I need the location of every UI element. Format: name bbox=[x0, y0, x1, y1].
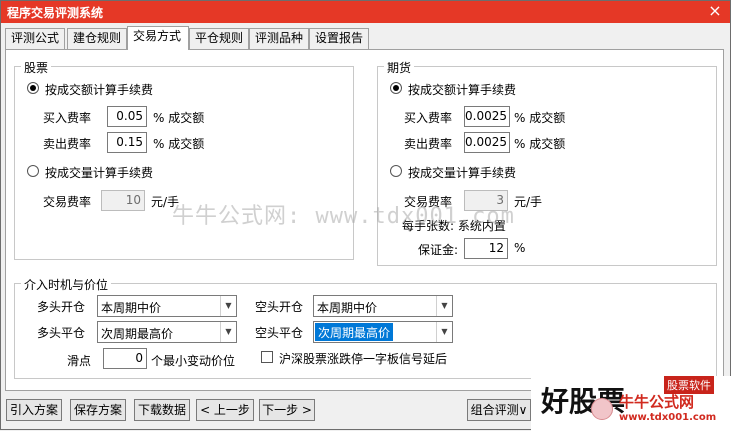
futures-fee-unit: 元/手 bbox=[514, 195, 543, 209]
futures-buy-label: 买入费率 bbox=[404, 111, 453, 125]
long-close-label: 多头平仓 bbox=[37, 326, 86, 340]
short-close-label: 空头平仓 bbox=[255, 326, 304, 340]
tab-exit-rules[interactable]: 平仓规则 bbox=[189, 28, 249, 49]
stock-buy-rate-input[interactable]: 0.05 bbox=[107, 106, 147, 127]
slippage-unit: 个最小变动价位 bbox=[151, 354, 236, 368]
prev-step-button[interactable]: < 上一步 bbox=[196, 399, 254, 421]
tab-trade-mode[interactable]: 交易方式 bbox=[127, 26, 189, 50]
tab-entry-rules[interactable]: 建仓规则 bbox=[67, 28, 127, 49]
chevron-down-icon[interactable]: ▼ bbox=[220, 322, 236, 342]
slippage-label: 滑点 bbox=[67, 354, 92, 368]
long-open-value: 本周期中价 bbox=[101, 301, 162, 315]
chevron-down-icon[interactable]: ▼ bbox=[436, 296, 452, 316]
long-open-select[interactable]: 本周期中价 ▼ bbox=[97, 295, 237, 317]
stock-legend: 股票 bbox=[21, 59, 52, 76]
futures-margin-input[interactable]: 12 bbox=[464, 238, 508, 259]
logo-site-name: 牛牛公式网 bbox=[619, 393, 695, 411]
stock-by-amount-label: 按成交额计算手续费 bbox=[45, 83, 154, 97]
mascot-icon bbox=[591, 398, 613, 420]
short-open-value: 本周期中价 bbox=[317, 301, 378, 315]
stock-sell-label: 卖出费率 bbox=[43, 137, 92, 151]
dialog-window: 程序交易评测系统 × 评测公式 建仓规则 交易方式 平仓规则 评测品种 设置报告… bbox=[0, 0, 731, 431]
chevron-down-icon[interactable]: ▼ bbox=[220, 296, 236, 316]
logo-url: www.tdx001.com bbox=[619, 412, 717, 423]
close-icon[interactable]: × bbox=[706, 2, 724, 20]
stock-sell-rate-input[interactable]: 0.15 bbox=[107, 132, 147, 153]
next-step-button[interactable]: 下一步 > bbox=[259, 399, 315, 421]
stock-sell-unit: % 成交额 bbox=[153, 137, 205, 151]
short-open-select[interactable]: 本周期中价 ▼ bbox=[313, 295, 453, 317]
window-title: 程序交易评测系统 bbox=[7, 6, 104, 20]
save-plan-button[interactable]: 保存方案 bbox=[70, 399, 126, 421]
logo-big-text: 好股票 bbox=[541, 385, 626, 418]
stock-fee-input[interactable]: 10 bbox=[101, 190, 145, 211]
slippage-input[interactable]: 0 bbox=[103, 348, 147, 369]
futures-margin-unit: % bbox=[514, 241, 526, 255]
stock-by-volume-radio[interactable] bbox=[27, 165, 39, 177]
stock-buy-unit: % 成交额 bbox=[153, 111, 205, 125]
download-data-button[interactable]: 下载数据 bbox=[134, 399, 190, 421]
tab-report-settings[interactable]: 设置报告 bbox=[309, 28, 369, 49]
futures-sell-rate-input[interactable]: 0.0025 bbox=[464, 132, 510, 153]
long-open-label: 多头开仓 bbox=[37, 300, 86, 314]
short-open-label: 空头开仓 bbox=[255, 300, 304, 314]
watermark-text: 牛牛公式网: www.tdx001.com bbox=[172, 204, 515, 229]
timing-legend: 介入时机与价位 bbox=[21, 276, 112, 293]
combo-evaluate-button[interactable]: 组合评测∨ bbox=[467, 399, 531, 421]
tab-formula[interactable]: 评测公式 bbox=[5, 28, 65, 49]
stock-buy-label: 买入费率 bbox=[43, 111, 92, 125]
futures-by-volume-label: 按成交量计算手续费 bbox=[408, 166, 517, 180]
tab-panel: 股票 按成交额计算手续费 买入费率 0.05 % 成交额 卖出费率 0.15 %… bbox=[5, 49, 724, 391]
import-plan-button[interactable]: 引入方案 bbox=[6, 399, 62, 421]
futures-sell-label: 卖出费率 bbox=[404, 137, 453, 151]
title-bar: 程序交易评测系统 × bbox=[1, 1, 730, 23]
futures-legend: 期货 bbox=[384, 59, 415, 76]
futures-buy-unit: % 成交额 bbox=[514, 111, 566, 125]
futures-sell-unit: % 成交额 bbox=[514, 137, 566, 151]
stock-fee-label: 交易费率 bbox=[43, 195, 92, 209]
tab-instruments[interactable]: 评测品种 bbox=[249, 28, 309, 49]
limit-delay-label: 沪深股票涨跌停一字板信号延后 bbox=[279, 352, 448, 366]
futures-margin-label: 保证金: bbox=[418, 243, 459, 257]
limit-delay-checkbox[interactable] bbox=[261, 351, 273, 363]
futures-by-volume-radio[interactable] bbox=[390, 165, 402, 177]
futures-group: 期货 按成交额计算手续费 买入费率 0.0025 % 成交额 卖出费率 0.00… bbox=[377, 59, 717, 266]
futures-by-amount-label: 按成交额计算手续费 bbox=[408, 83, 517, 97]
short-close-value: 次周期最高价 bbox=[315, 323, 394, 341]
stock-group: 股票 按成交额计算手续费 买入费率 0.05 % 成交额 卖出费率 0.15 %… bbox=[14, 59, 354, 260]
timing-group: 介入时机与价位 多头开仓 本周期中价 ▼ 多头平仓 次周期最高价 ▼ 空头开仓 … bbox=[14, 276, 717, 379]
stock-by-volume-label: 按成交量计算手续费 bbox=[45, 166, 154, 180]
stock-by-amount-radio[interactable] bbox=[27, 82, 39, 94]
long-close-value: 次周期最高价 bbox=[101, 327, 174, 341]
futures-buy-rate-input[interactable]: 0.0025 bbox=[464, 106, 510, 127]
long-close-select[interactable]: 次周期最高价 ▼ bbox=[97, 321, 237, 343]
short-close-select[interactable]: 次周期最高价 ▼ bbox=[313, 321, 453, 343]
brand-logo: 好股票 股票软件 牛牛公式网 www.tdx001.com bbox=[531, 376, 731, 431]
chevron-down-icon[interactable]: ▼ bbox=[436, 322, 452, 342]
futures-by-amount-radio[interactable] bbox=[390, 82, 402, 94]
